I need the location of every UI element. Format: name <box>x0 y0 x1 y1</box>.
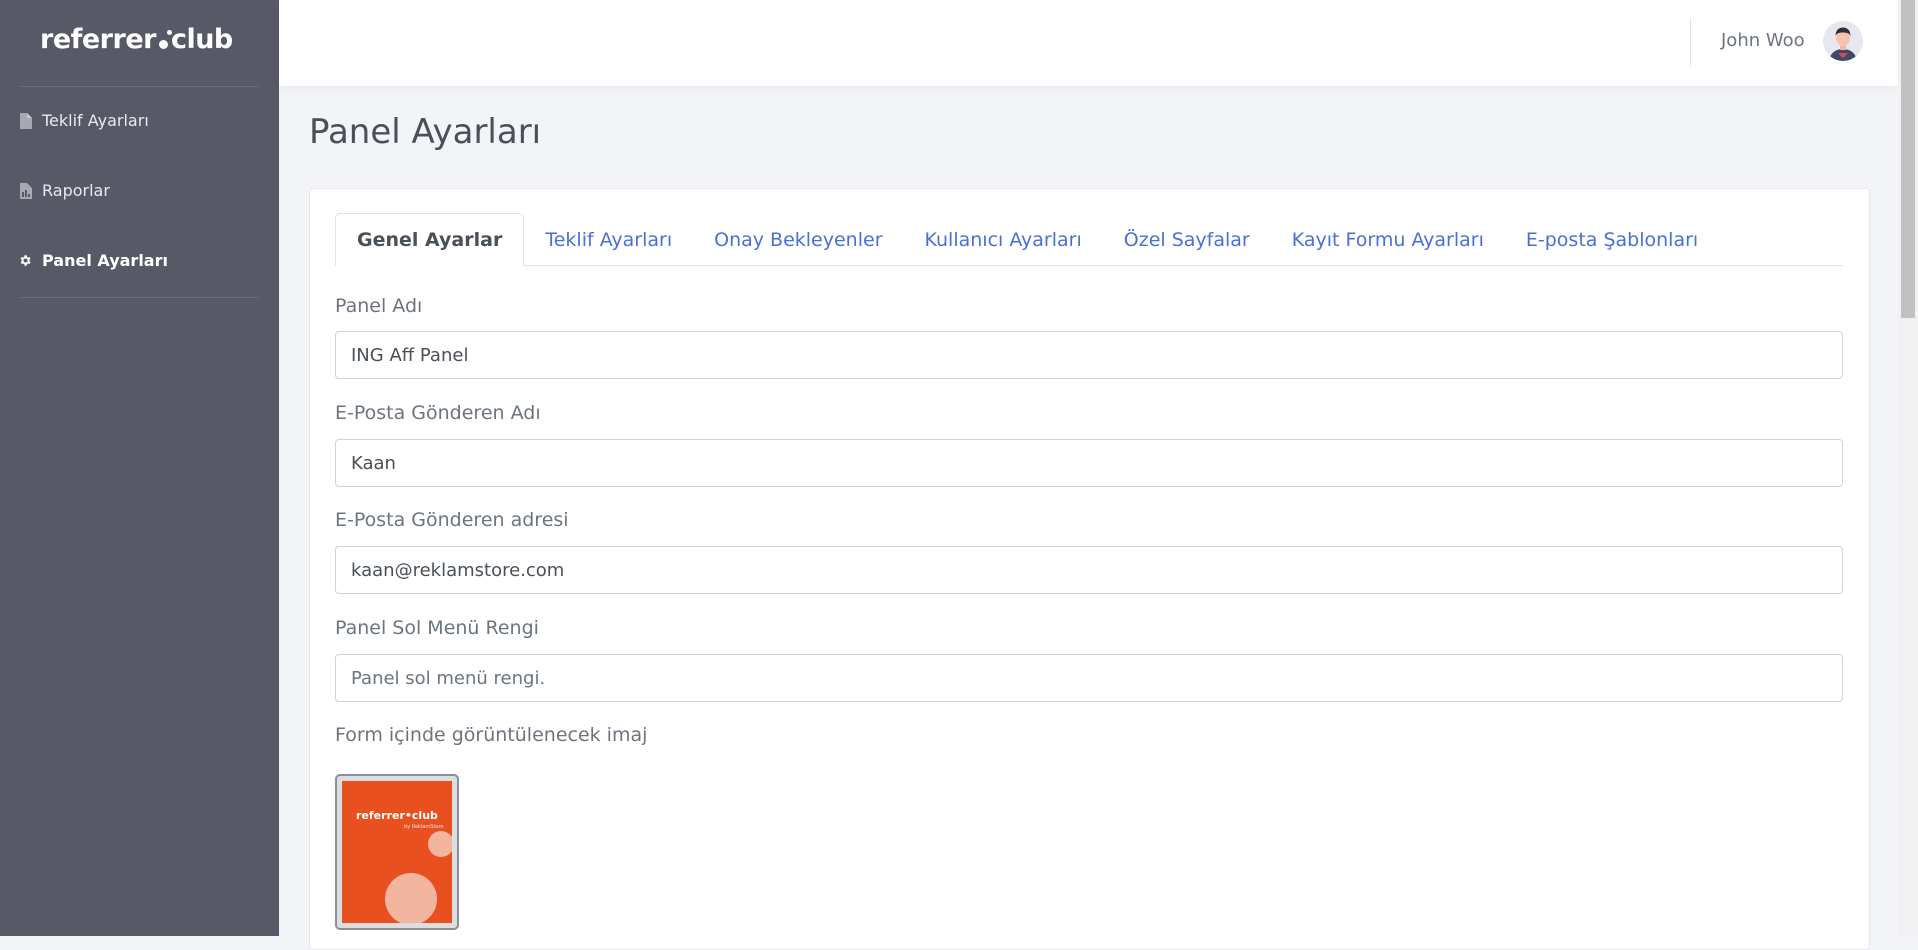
top-header: John Woo <box>279 0 1898 86</box>
form-image-thumbnail[interactable]: referrer•club by ReklamStore <box>335 774 459 930</box>
image-subtitle: by ReklamStore <box>404 824 444 830</box>
sender-name-label: E-Posta Gönderen Adı <box>335 402 541 424</box>
sidebar-divider <box>20 297 259 298</box>
menu-color-input[interactable] <box>335 654 1843 702</box>
image-logo-left: referrer <box>356 809 405 822</box>
image-logo-right: club <box>411 809 438 822</box>
sidebar-item-label: Panel Ayarları <box>42 251 168 270</box>
menu-color-label: Panel Sol Menü Rengi <box>335 617 539 639</box>
settings-card: Genel Ayarlar Teklif Ayarları Onay Bekle… <box>309 188 1870 950</box>
header-divider <box>1690 18 1691 66</box>
decorative-bubble <box>385 873 437 923</box>
page-scrollbar[interactable] <box>1898 0 1918 936</box>
file-icon <box>18 112 32 129</box>
tab-genel-ayarlar[interactable]: Genel Ayarlar <box>335 213 525 266</box>
sidebar-item-label: Teklif Ayarları <box>42 111 149 130</box>
tab-eposta-sablonlari[interactable]: E-posta Şablonları <box>1505 215 1719 265</box>
brand-logo[interactable]: referrer club <box>40 24 233 55</box>
scrollbar-thumb[interactable] <box>1901 0 1915 318</box>
tab-ozel-sayfalar[interactable]: Özel Sayfalar <box>1103 215 1271 265</box>
sidebar: referrer club Teklif Ayarları Raporlar P… <box>0 0 279 936</box>
sidebar-item-raporlar[interactable]: Raporlar <box>18 181 110 200</box>
file-chart-icon <box>18 182 32 199</box>
tab-kayit-formu-ayarlari[interactable]: Kayıt Formu Ayarları <box>1271 215 1505 265</box>
form-image: referrer•club by ReklamStore <box>342 781 452 923</box>
logo-text-right: club <box>170 24 233 55</box>
image-logo-text: referrer•club <box>356 809 438 822</box>
settings-tabs: Genel Ayarlar Teklif Ayarları Onay Bekle… <box>335 213 1843 266</box>
sidebar-item-panel-ayarlari[interactable]: Panel Ayarları <box>18 251 168 270</box>
sender-address-input[interactable] <box>335 546 1843 594</box>
sender-name-input[interactable] <box>335 439 1843 487</box>
logo-dot <box>158 30 172 49</box>
form-image-label: Form içinde görüntülenecek imaj <box>335 724 648 746</box>
image-logo-dot: • <box>404 809 412 822</box>
user-name[interactable]: John Woo <box>1721 30 1805 51</box>
avatar[interactable] <box>1823 21 1863 61</box>
sender-address-label: E-Posta Gönderen adresi <box>335 509 569 531</box>
sidebar-divider <box>20 86 259 87</box>
sidebar-item-label: Raporlar <box>42 181 110 200</box>
panel-name-label: Panel Adı <box>335 295 423 317</box>
page-title: Panel Ayarları <box>309 112 542 152</box>
panel-name-input[interactable] <box>335 331 1843 379</box>
tab-onay-bekleyenler[interactable]: Onay Bekleyenler <box>693 215 903 265</box>
tab-teklif-ayarlari[interactable]: Teklif Ayarları <box>524 215 693 265</box>
decorative-bubble <box>428 831 452 857</box>
logo-text-left: referrer <box>40 24 156 55</box>
sidebar-item-teklif-ayarlari[interactable]: Teklif Ayarları <box>18 111 149 130</box>
gear-icon <box>18 252 32 269</box>
tab-kullanici-ayarlari[interactable]: Kullanıcı Ayarları <box>904 215 1103 265</box>
